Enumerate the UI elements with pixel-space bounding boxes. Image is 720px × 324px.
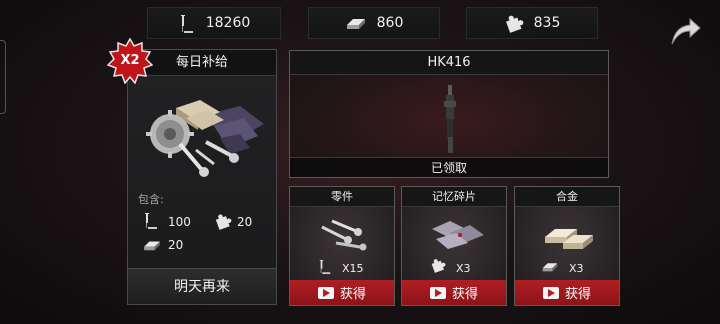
resource-alloy: 860 bbox=[308, 7, 440, 39]
alloy-count: 860 bbox=[376, 15, 404, 31]
video-ad-icon bbox=[317, 286, 334, 299]
fragments-count: 835 bbox=[533, 15, 561, 31]
reward-card-memory-fragments: 记忆碎片 X3 获得 bbox=[401, 186, 507, 306]
alloy-ingot-icon bbox=[345, 15, 367, 31]
resource-fragments: 835 bbox=[466, 7, 598, 39]
puzzle-piece-icon bbox=[504, 13, 524, 33]
get-button-label: 获得 bbox=[564, 287, 591, 302]
come-back-tomorrow-button[interactable]: 明天再来 bbox=[128, 268, 276, 304]
daily-supply-item-art bbox=[146, 100, 264, 177]
screws-count: 18260 bbox=[205, 15, 251, 31]
get-button-label: 获得 bbox=[339, 287, 366, 302]
get-alloy-button[interactable]: 获得 bbox=[515, 280, 619, 305]
screw-icon bbox=[178, 13, 196, 33]
puzzle-piece-icon bbox=[215, 214, 232, 230]
video-ad-icon bbox=[542, 286, 559, 299]
screws-pile-icon bbox=[321, 219, 367, 251]
weapon-reward-panel: HK416 已领取 bbox=[289, 50, 609, 178]
daily-fragments-amount: 20 bbox=[237, 215, 253, 229]
screw-icon bbox=[319, 260, 331, 274]
side-drawer-handle[interactable] bbox=[0, 40, 6, 114]
puzzle-piece-icon bbox=[431, 259, 446, 273]
rifle-icon bbox=[444, 85, 456, 153]
reward-card-title: 记忆碎片 bbox=[402, 187, 506, 207]
alloy-ingot-icon bbox=[542, 263, 558, 272]
contains-label: 包含: bbox=[138, 193, 164, 206]
reward-card-title: 零件 bbox=[290, 187, 394, 207]
video-ad-icon bbox=[429, 286, 446, 299]
reward-quantity: X3 bbox=[569, 262, 584, 275]
multiplier-text: X2 bbox=[120, 53, 140, 68]
weapon-claimed-status: 已领取 bbox=[290, 157, 608, 177]
daily-alloy-amount: 20 bbox=[168, 238, 184, 252]
weapon-name: HK416 bbox=[290, 51, 608, 75]
resource-screws: 18260 bbox=[147, 7, 281, 39]
daily-supply-panel: 每日补给 包含: bbox=[127, 49, 277, 305]
reward-card-parts: 零件 X15 获得 bbox=[289, 186, 395, 306]
back-arrow-icon[interactable] bbox=[668, 14, 702, 48]
reward-quantity: X15 bbox=[342, 262, 364, 275]
get-parts-button[interactable]: 获得 bbox=[290, 280, 394, 305]
reward-card-title: 合金 bbox=[515, 187, 619, 207]
reward-quantity: X3 bbox=[456, 262, 471, 275]
alloy-ingot-icon bbox=[144, 241, 160, 251]
daily-screws-amount: 100 bbox=[168, 215, 191, 229]
reward-card-alloy: 合金 X3 获得 bbox=[514, 186, 620, 306]
fragments-pile-icon bbox=[432, 221, 484, 249]
alloy-ingots-icon bbox=[545, 229, 593, 249]
screw-icon bbox=[145, 213, 157, 229]
get-button-label: 获得 bbox=[451, 287, 478, 302]
get-memory-fragments-button[interactable]: 获得 bbox=[402, 280, 506, 305]
